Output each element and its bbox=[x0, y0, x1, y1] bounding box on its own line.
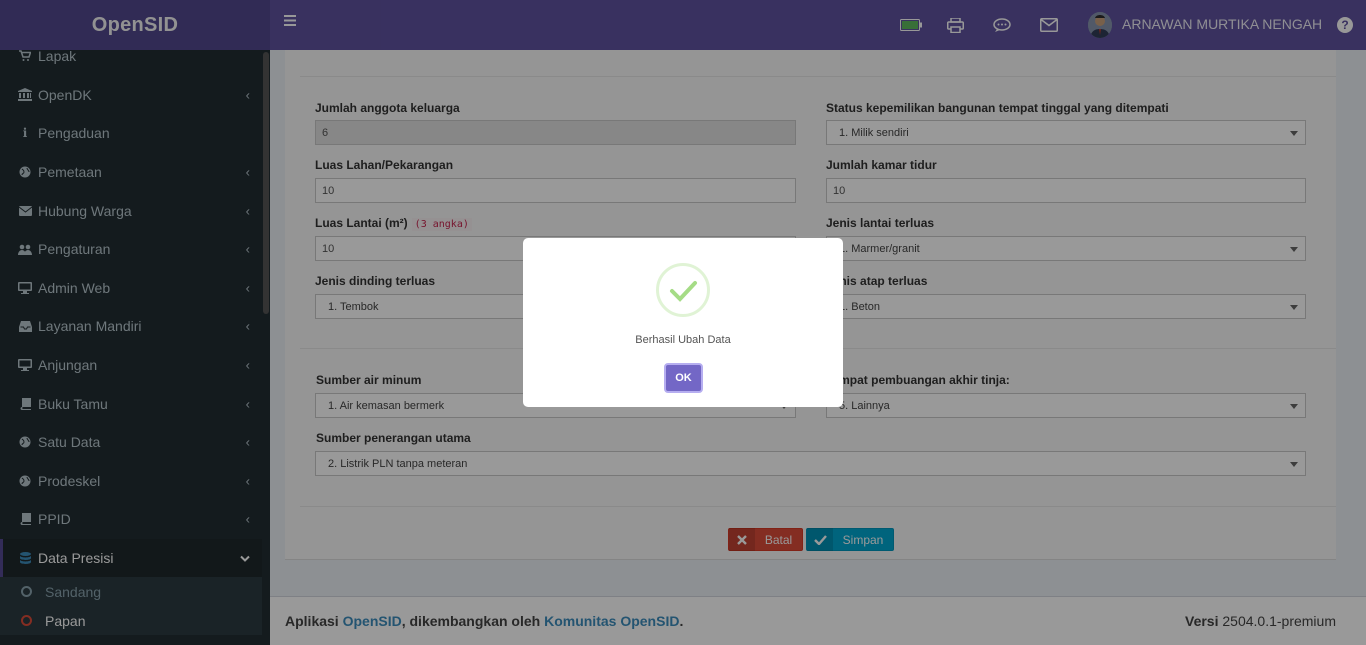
success-check-icon bbox=[656, 263, 710, 317]
ok-button[interactable]: OK bbox=[664, 363, 703, 393]
dialog-message: Berhasil Ubah Data bbox=[635, 334, 731, 346]
success-dialog: Berhasil Ubah Data OK bbox=[523, 238, 843, 407]
